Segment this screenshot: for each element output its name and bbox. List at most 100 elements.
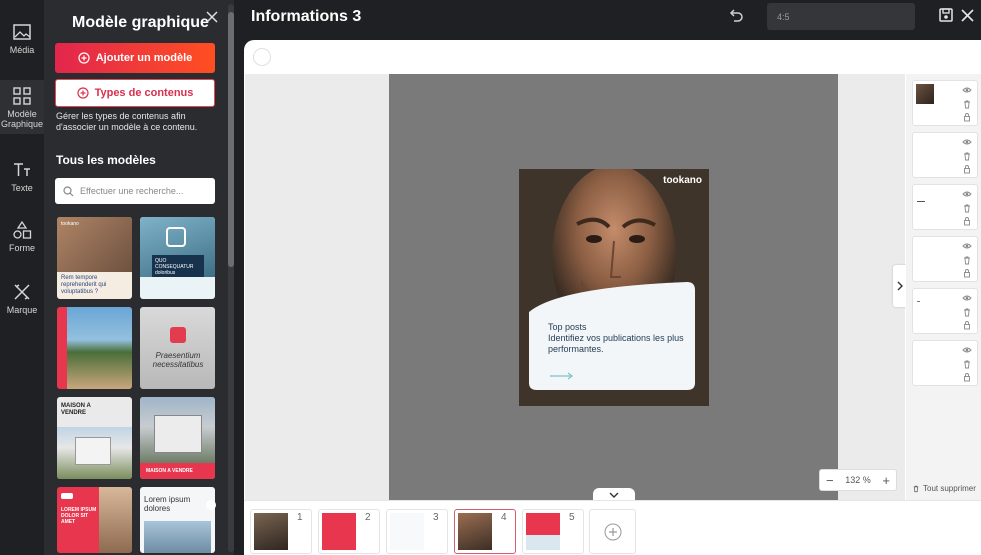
layer-card[interactable] (912, 236, 978, 282)
lock-icon[interactable] (962, 112, 972, 122)
trash-icon[interactable] (962, 151, 972, 161)
page-number: 1 (297, 512, 303, 523)
card-body: Identifiez vos publications les plus per… (548, 333, 684, 354)
rail-label: Texte (11, 183, 33, 193)
select-all-toggle[interactable] (253, 48, 271, 66)
lock-icon[interactable] (962, 320, 972, 330)
document-title: Informations 3 (251, 8, 362, 25)
rail-label: Forme (8, 243, 35, 253)
template-thumb[interactable]: MAISON A VENDRE (57, 397, 132, 479)
chevron-right-icon (897, 281, 903, 291)
page-thumbnail (322, 513, 356, 550)
content-types-button[interactable]: Types de contenus (55, 79, 215, 107)
rail-item-text[interactable]: Texte (0, 160, 44, 200)
layer-thumbnail (917, 301, 920, 302)
page-slot[interactable]: 1 (250, 509, 312, 554)
thumb-caption: LOREM IPSUM DOLOR SIT AMET (61, 507, 97, 525)
layer-card[interactable] (912, 184, 978, 230)
top-bar: Informations 3 4:5 (234, 0, 981, 38)
layer-card[interactable] (912, 340, 978, 386)
eye-icon[interactable] (962, 85, 972, 95)
page-slot[interactable]: 2 (318, 509, 380, 554)
page-slot[interactable]: 5 (522, 509, 584, 554)
page-thumbnail (526, 513, 560, 550)
trash-icon[interactable] (962, 99, 972, 109)
layer-thumbnail (917, 201, 925, 202)
eye-icon[interactable] (962, 241, 972, 251)
thumb-caption: Rem tempore reprehenderit qui voluptatib… (61, 275, 107, 295)
close-icon[interactable] (961, 9, 974, 22)
text-icon (14, 163, 30, 176)
eye-icon[interactable] (962, 345, 972, 355)
save-icon[interactable] (938, 7, 954, 23)
trash-icon[interactable] (962, 307, 972, 317)
page-thumbnail (458, 513, 492, 550)
page-number: 3 (433, 512, 439, 523)
panel-scrollbar[interactable] (228, 4, 234, 552)
rail-label: Modèle Graphique (0, 109, 44, 129)
lock-icon[interactable] (962, 164, 972, 174)
zoom-out-button[interactable]: − (826, 473, 834, 488)
lock-icon[interactable] (962, 268, 972, 278)
thumb-caption: Praesentium necessitatibus (152, 351, 204, 369)
text-panel-shape (529, 282, 695, 390)
template-thumb[interactable]: LOREM IPSUM DOLOR SIT AMET (57, 487, 132, 553)
template-thumb[interactable] (57, 307, 132, 389)
panel-title: Modèle graphique (72, 14, 209, 31)
template-thumb[interactable]: Praesentium necessitatibus (140, 307, 215, 389)
eye-icon[interactable] (962, 293, 972, 303)
template-thumb[interactable]: Lorem ipsum dolores (140, 487, 215, 553)
ratio-select[interactable]: 4:5 (767, 3, 915, 30)
add-template-label: Ajouter un modèle (95, 52, 193, 64)
rail-label: Média (9, 45, 35, 55)
page-strip: 1 2 3 4 5 (244, 500, 981, 555)
expand-panel-button[interactable] (893, 265, 907, 307)
plus-circle-icon (604, 523, 621, 540)
left-rail: Média Modèle Graphique Texte Forme Marqu… (0, 0, 44, 555)
page-number: 2 (365, 512, 371, 523)
search-input[interactable]: Effectuer une recherche... (55, 178, 215, 204)
lock-icon[interactable] (962, 216, 972, 226)
grid-icon (13, 87, 31, 105)
rail-item-brand[interactable]: Marque (0, 282, 44, 322)
undo-icon[interactable] (728, 8, 744, 24)
rail-item-media[interactable]: Média (0, 22, 44, 62)
rail-item-template[interactable]: Modèle Graphique (0, 80, 44, 134)
zoom-in-button[interactable]: + (882, 473, 890, 488)
lock-icon[interactable] (962, 372, 972, 382)
layer-card[interactable] (912, 288, 978, 334)
design-card[interactable]: tookano Top posts Identifiez vos publica… (519, 169, 709, 406)
ratio-value: 4:5 (777, 12, 790, 22)
image-icon (13, 24, 31, 40)
panel-description: Gérer les types de contenus afin d'assoc… (56, 111, 198, 132)
page-slot[interactable]: 3 (386, 509, 448, 554)
brand-icon (14, 284, 30, 300)
zoom-control: − 132 % + (819, 469, 897, 491)
template-panel: Modèle graphique Ajouter un modèle Types… (44, 0, 234, 555)
scrollbar-thumb[interactable] (228, 12, 234, 267)
section-title: Tous les modèles (56, 153, 156, 167)
add-template-button[interactable]: Ajouter un modèle (55, 43, 215, 73)
card-text: Top posts Identifiez vos publications le… (548, 322, 688, 355)
close-icon[interactable] (205, 10, 219, 24)
layer-card[interactable] (912, 80, 978, 126)
trash-icon[interactable] (962, 203, 972, 213)
trash-icon[interactable] (962, 359, 972, 369)
thumb-next-icon[interactable] (206, 500, 216, 510)
template-thumb[interactable]: MAISON A VENDRE (140, 397, 215, 479)
trash-icon[interactable] (962, 255, 972, 265)
plus-circle-icon (76, 87, 89, 99)
thumb-caption: Lorem ipsum dolores (144, 495, 191, 513)
template-thumb[interactable]: QUO CONSEQUATUR doloribus (140, 217, 215, 299)
eye-icon[interactable] (962, 137, 972, 147)
eye-icon[interactable] (962, 189, 972, 199)
rail-item-shape[interactable]: Forme (0, 220, 44, 260)
clear-all-button[interactable]: Tout supprimer (912, 484, 976, 493)
template-thumb[interactable]: tookano Rem tempore reprehenderit qui vo… (57, 217, 132, 299)
page-slot-active[interactable]: 4 (454, 509, 516, 554)
layer-card[interactable] (912, 132, 978, 178)
add-page-button[interactable] (589, 509, 636, 554)
page-number: 5 (569, 512, 575, 523)
layers-column (906, 74, 981, 500)
page-thumbnail (390, 513, 424, 550)
